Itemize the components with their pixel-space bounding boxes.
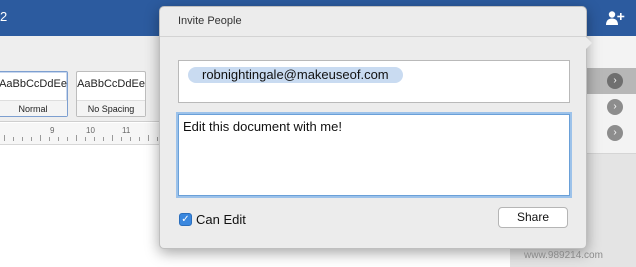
ruler-tick bbox=[121, 137, 122, 141]
style-normal[interactable]: AaBbCcDdEe Normal bbox=[0, 71, 68, 117]
chevron-right-icon: › bbox=[607, 99, 623, 115]
ruler-number: 11 bbox=[122, 126, 131, 135]
can-edit-checkbox[interactable]: ✓ Can Edit bbox=[179, 212, 246, 227]
recipient-token[interactable]: robnightingale@makeuseof.com bbox=[188, 67, 403, 83]
style-sample: AaBbCcDdEe bbox=[0, 78, 67, 90]
ruler-tick bbox=[103, 137, 104, 141]
ruler-tick bbox=[58, 137, 59, 141]
ruler-tick bbox=[49, 137, 50, 141]
watermark: www.989214.com bbox=[524, 250, 603, 261]
can-edit-label: Can Edit bbox=[196, 212, 246, 227]
share-button[interactable]: Share bbox=[498, 207, 568, 228]
recipients-field[interactable]: robnightingale@makeuseof.com bbox=[178, 60, 570, 103]
divider bbox=[160, 36, 586, 37]
invite-people-popover: Invite People robnightingale@makeuseof.c… bbox=[159, 6, 592, 249]
ruler-tick bbox=[139, 137, 140, 141]
title-fragment: 2 bbox=[0, 9, 8, 24]
style-label: No Spacing bbox=[77, 100, 145, 116]
style-sample: AaBbCcDdEe bbox=[77, 78, 145, 90]
popover-title: Invite People bbox=[178, 15, 242, 27]
ruler-tick bbox=[67, 137, 68, 141]
chevron-right-icon: › bbox=[607, 125, 623, 141]
chevron-right-icon: › bbox=[607, 73, 623, 89]
ruler-tick bbox=[112, 135, 113, 141]
popover-tip bbox=[585, 36, 592, 50]
ruler-number: 10 bbox=[86, 126, 95, 135]
ruler-number: 9 bbox=[50, 126, 55, 135]
person-add-icon bbox=[606, 11, 625, 25]
ruler-tick bbox=[130, 137, 131, 141]
ruler-tick bbox=[4, 135, 5, 141]
ruler-tick bbox=[22, 137, 23, 141]
ruler-tick bbox=[76, 135, 77, 141]
ruler-tick bbox=[94, 137, 95, 141]
ruler-tick bbox=[157, 137, 158, 141]
ruler-tick bbox=[31, 137, 32, 141]
ruler-tick bbox=[40, 135, 41, 141]
style-label: Normal bbox=[0, 100, 67, 116]
ruler-tick bbox=[148, 135, 149, 141]
ruler-tick bbox=[85, 137, 86, 141]
checkmark-icon[interactable]: ✓ bbox=[179, 213, 192, 226]
style-no-spacing[interactable]: AaBbCcDdEe No Spacing bbox=[76, 71, 146, 117]
message-field[interactable]: Edit this document with me! bbox=[178, 114, 570, 196]
ruler-tick bbox=[13, 137, 14, 141]
share-people-button[interactable] bbox=[598, 4, 632, 32]
